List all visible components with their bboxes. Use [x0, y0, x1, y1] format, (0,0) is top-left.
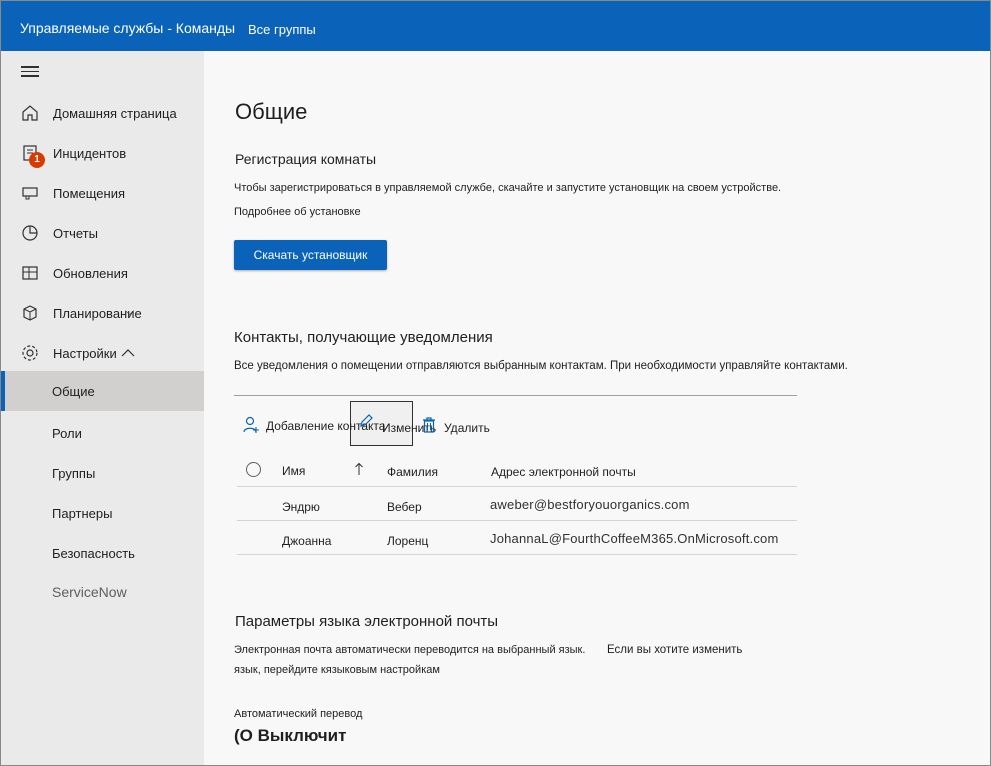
pencil-icon [360, 414, 373, 427]
app-title[interactable]: Управляемые службы - Команды [20, 20, 235, 36]
column-header-first-name[interactable]: Имя [282, 464, 305, 478]
sidebar-item-planning[interactable]: Планирование ⌵ [1, 293, 204, 333]
sidebar-item-label: Настройки [53, 346, 117, 361]
sidebar-item-partners[interactable]: Партнеры [1, 493, 204, 533]
reports-icon [22, 225, 38, 241]
sidebar-item-label: Группы [52, 466, 96, 481]
sidebar-item-rooms[interactable]: Помещения [1, 173, 204, 213]
contacts-heading: Контакты, получающие уведомления [234, 329, 493, 346]
sidebar-item-settings[interactable]: Настройки [1, 333, 204, 373]
column-header-last-name[interactable]: Фамилия [387, 465, 438, 479]
row-divider [237, 554, 797, 555]
chevron-down-icon[interactable]: ⌵ [125, 304, 134, 319]
all-groups-link[interactable]: Все группы [248, 22, 316, 37]
sidebar-item-updates[interactable]: Обновления [1, 253, 204, 293]
gear-icon [22, 345, 38, 361]
divider [234, 395, 797, 396]
sidebar-item-label: Обновления [53, 266, 128, 281]
cell-email: aweber@bestforyouorganics.com [490, 497, 690, 512]
sidebar-item-servicenow[interactable]: ServiceNow [1, 571, 204, 611]
language-settings-link[interactable]: язык, перейдите кязыковым настройкам [234, 664, 440, 676]
email-language-text: Электронная почта автоматически переводи… [234, 644, 586, 656]
email-language-text-change: Если вы хотите изменить [607, 644, 743, 656]
sidebar-item-roles[interactable]: Роли [1, 413, 204, 453]
sidebar-item-groups[interactable]: Группы [1, 453, 204, 493]
registration-description: Чтобы зарегистрироваться в управляемой с… [234, 182, 782, 194]
sidebar-item-incidents[interactable]: 1 Инцидентов [1, 133, 204, 173]
sidebar-item-label: Отчеты [53, 226, 98, 241]
sidebar-item-label: Помещения [53, 186, 126, 201]
cell-last-name: Вебер [387, 500, 422, 514]
sidebar-item-label: Партнеры [52, 506, 113, 521]
sidebar-item-label: Роли [52, 426, 82, 441]
sidebar: Домашняя страница 1 Инцидентов Помещения [1, 51, 204, 765]
updates-icon [22, 266, 38, 280]
add-person-icon [243, 416, 259, 433]
column-header-email[interactable]: Адрес электронной почты [491, 465, 636, 479]
app-window: Управляемые службы - Команды Все группы … [0, 0, 991, 766]
sidebar-item-general[interactable]: Общие [1, 371, 204, 411]
sidebar-item-label: ServiceNow [52, 584, 127, 600]
hamburger-menu-icon[interactable] [21, 66, 39, 78]
page-title: Общие [235, 99, 308, 124]
chevron-up-icon[interactable] [121, 348, 135, 357]
registration-heading: Регистрация комнаты [235, 151, 377, 167]
sidebar-item-label: Инцидентов [53, 146, 127, 161]
row-divider [237, 520, 797, 521]
top-bar: Управляемые службы - Команды Все группы [1, 1, 990, 51]
sidebar-item-reports[interactable]: Отчеты [1, 213, 204, 253]
email-language-heading: Параметры языка электронной почты [235, 613, 499, 630]
cell-email: JohannaL@FourthCoffeeM365.OnMicrosoft.co… [490, 531, 779, 546]
delete-button[interactable]: Удалить [444, 421, 490, 435]
sidebar-item-label: Безопасность [52, 546, 135, 561]
planning-icon [23, 305, 37, 321]
main-content: Общие Регистрация комнаты Чтобы зарегист… [204, 51, 990, 765]
contacts-description: Все уведомления о помещении отправляются… [234, 360, 848, 372]
row-divider [237, 486, 797, 487]
download-installer-button[interactable]: Скачать установщик [234, 240, 387, 270]
select-all-radio[interactable] [246, 462, 261, 477]
home-icon [22, 105, 38, 121]
learn-more-link[interactable]: Подробнее об установке [234, 206, 361, 218]
sort-ascending-icon[interactable] [354, 462, 364, 476]
auto-translate-label: Автоматический перевод [234, 708, 363, 720]
sidebar-item-label: Домашняя страница [53, 106, 177, 121]
rooms-icon [22, 187, 38, 200]
cell-first-name: Эндрю [282, 500, 320, 514]
incident-count-badge: 1 [29, 152, 45, 168]
trash-icon [423, 417, 435, 433]
cell-first-name: Джоанна [282, 534, 332, 548]
cell-last-name: Лоренц [387, 534, 429, 548]
sidebar-item-home[interactable]: Домашняя страница [1, 93, 204, 133]
sidebar-item-label: Общие [52, 384, 95, 399]
sidebar-item-security[interactable]: Безопасность [1, 533, 204, 573]
auto-translate-toggle[interactable]: (О Выключит [234, 726, 346, 746]
